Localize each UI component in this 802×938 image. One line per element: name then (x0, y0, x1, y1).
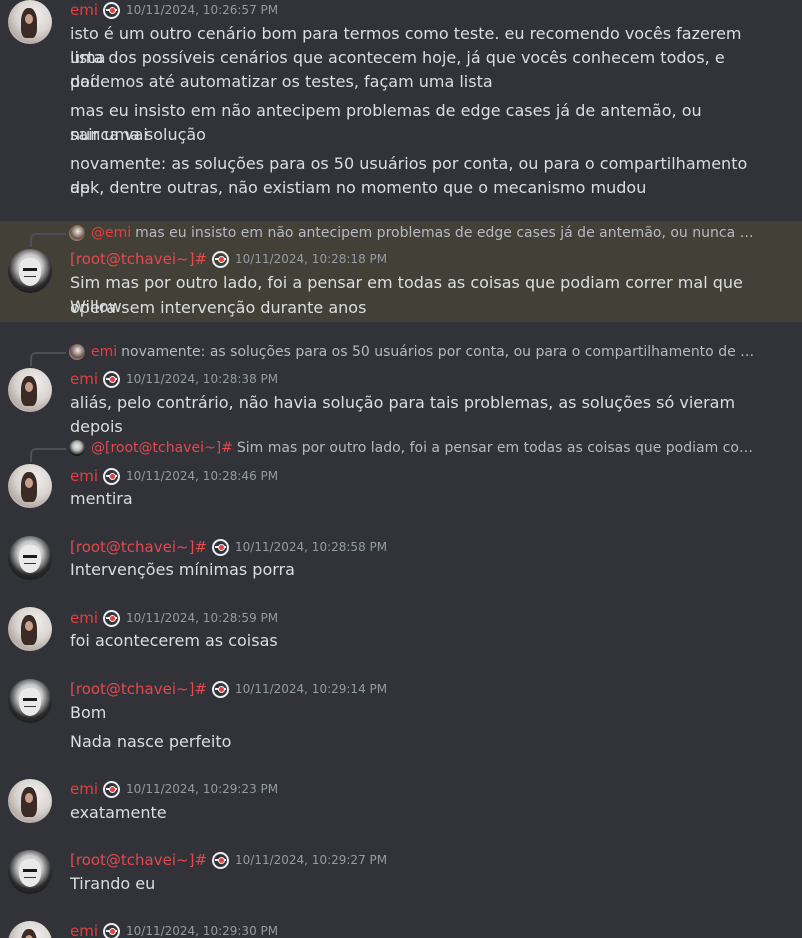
message-timestamp: 10/11/2024, 10:28:59 PM (126, 611, 279, 625)
pokeball-badge-icon (103, 467, 121, 485)
pokeball-badge-icon (212, 680, 230, 698)
message: emi 10/11/2024, 10:28:59 PM foi acontece… (0, 607, 802, 657)
pokeball-badge-icon (103, 1, 121, 19)
message-author[interactable]: [root@tchavei~]# (70, 850, 207, 870)
message-text: exatamente (70, 803, 167, 822)
message-author[interactable]: emi (70, 369, 98, 389)
message-author[interactable]: emi (70, 466, 98, 486)
message-text: aliás, pelo contrário, não havia solução… (70, 393, 736, 436)
message-text: sair uma solução (70, 125, 206, 144)
message-timestamp: 10/11/2024, 10:29:30 PM (126, 924, 279, 938)
avatar[interactable] (8, 249, 52, 293)
avatar[interactable] (8, 536, 52, 580)
message-text: Bom (70, 703, 107, 722)
pokeball-badge-icon (212, 851, 230, 869)
avatar[interactable] (8, 779, 52, 823)
avatar[interactable] (8, 850, 52, 894)
message-text: Nada nasce perfeito (70, 732, 232, 751)
avatar[interactable] (8, 368, 52, 412)
message-timestamp: 10/11/2024, 10:28:58 PM (235, 540, 388, 554)
message-text: Intervenções mínimas porra (70, 560, 295, 579)
avatar[interactable] (8, 679, 52, 723)
reply-author[interactable]: emi (91, 344, 117, 360)
pokeball-badge-icon (103, 780, 121, 798)
message-timestamp: 10/11/2024, 10:29:14 PM (235, 682, 388, 696)
reply-connector (30, 233, 66, 247)
message: emi 10/11/2024, 10:29:23 PM exatamente (0, 779, 802, 829)
message-text: Tirando eu (70, 874, 156, 893)
message-timestamp: 10/11/2024, 10:26:57 PM (126, 3, 279, 17)
message-author[interactable]: emi (70, 0, 98, 20)
message-author[interactable]: [root@tchavei~]# (70, 537, 207, 557)
reply-avatar (69, 440, 85, 456)
reply-snippet: @[root@tchavei~]# Sim mas por outro lado,… (91, 438, 755, 458)
message-author[interactable]: emi (70, 779, 98, 799)
message: [root@tchavei~]# 10/11/2024, 10:29:27 PM… (0, 850, 802, 900)
pokeball-badge-icon (103, 370, 121, 388)
reply-snippet: emi novamente: as soluções para os 50 usu… (91, 342, 755, 362)
pokeball-badge-icon (103, 609, 121, 627)
reply-connector (30, 352, 66, 366)
message-timestamp: 10/11/2024, 10:29:23 PM (126, 782, 279, 796)
message: emi 10/11/2024, 10:26:57 PM isto é um ou… (0, 0, 802, 210)
message: [root@tchavei~]# 10/11/2024, 10:29:14 PM… (0, 679, 802, 759)
message-text: opera sem intervenção durante anos (70, 298, 367, 317)
reply-avatar (69, 344, 85, 360)
avatar[interactable] (8, 0, 52, 44)
message-author[interactable]: emi (70, 608, 98, 628)
avatar[interactable] (8, 607, 52, 651)
message-author[interactable]: [root@tchavei~]# (70, 249, 207, 269)
pokeball-badge-icon (212, 538, 230, 556)
message: emi 10/11/2024, 10:29:30 PM (0, 921, 802, 938)
message: [root@tchavei~]# 10/11/2024, 10:28:58 PM… (0, 536, 802, 586)
reply-connector (30, 448, 66, 462)
message-highlighted: @emi mas eu insisto em não antecipem prob… (0, 221, 802, 322)
message-timestamp: 10/11/2024, 10:28:18 PM (235, 252, 388, 266)
avatar[interactable] (8, 464, 52, 508)
reply-avatar (69, 225, 85, 241)
reply-author[interactable]: @[root@tchavei~]# (91, 440, 233, 456)
reply-snippet: @emi mas eu insisto em não antecipem prob… (91, 223, 755, 243)
reply-author[interactable]: @emi (91, 225, 131, 241)
pokeball-badge-icon (212, 250, 230, 268)
message-author[interactable]: emi (70, 921, 98, 938)
pokeball-badge-icon (103, 922, 121, 938)
reply-content: Sim mas por outro lado, foi a pensar em … (236, 440, 755, 456)
message-text: foi acontecerem as coisas (70, 631, 278, 650)
message-text: mentira (70, 489, 133, 508)
reply-content: novamente: as soluções para os 50 usuári… (121, 344, 755, 360)
message: emi novamente: as soluções para os 50 usu… (0, 342, 802, 436)
reply-content: mas eu insisto em não antecipem problema… (135, 225, 755, 241)
message-timestamp: 10/11/2024, 10:28:38 PM (126, 372, 279, 386)
message-timestamp: 10/11/2024, 10:28:46 PM (126, 469, 279, 483)
message: @[root@tchavei~]# Sim mas por outro lado,… (0, 438, 802, 518)
message-text: apk, dentre outras, não existiam no mome… (70, 178, 647, 197)
message-text: podemos até automatizar os testes, façam… (70, 72, 493, 91)
message-author[interactable]: [root@tchavei~]# (70, 679, 207, 699)
message-timestamp: 10/11/2024, 10:29:27 PM (235, 853, 388, 867)
avatar[interactable] (8, 921, 52, 938)
